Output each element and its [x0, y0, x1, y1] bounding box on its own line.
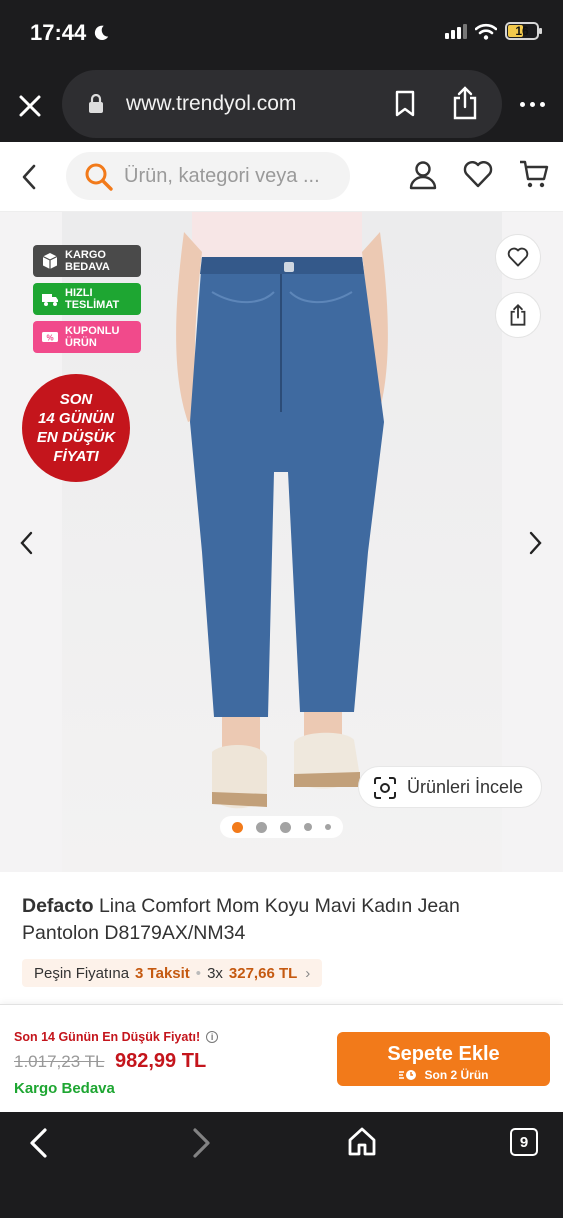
add-to-cart-button[interactable]: Sepete Ekle Son 2 Ürün	[337, 1032, 550, 1086]
inspect-label: Ürünleri İncele	[407, 776, 524, 797]
url-text: www.trendyol.com	[126, 92, 297, 115]
favorites-icon[interactable]	[463, 160, 493, 188]
search-box[interactable]	[66, 152, 350, 200]
installment-amount: 327,66 TL	[228, 964, 298, 982]
sticker-line: 14 GÜNÜN	[38, 410, 114, 427]
current-price: 982,99 TL	[115, 1050, 207, 1072]
chevron-right-icon: ›	[305, 964, 311, 982]
sticker-line: FİYATI	[53, 448, 99, 465]
home-icon[interactable]	[346, 1126, 378, 1158]
browser-toolbar: 9	[0, 1112, 563, 1218]
slide-dot[interactable]	[280, 821, 291, 833]
installment-info[interactable]: Peşin Fiyatına 3 Taksit • 3x 327,66 TL ›	[22, 959, 323, 987]
next-image-chevron-icon[interactable]	[526, 530, 544, 556]
old-price: 1.017,23 TL	[14, 1052, 105, 1071]
lowest-price-sticker: SON 14 GÜNÜN EN DÜŞÜK FİYATI	[22, 374, 130, 482]
lowest-price-notice: Son 14 Günün En Düşük Fiyatı! i	[14, 1030, 219, 1044]
badge-line: ÜRÜN	[65, 337, 97, 349]
back-arrow-icon[interactable]	[18, 162, 42, 192]
sticker-line: SON	[59, 391, 93, 408]
search-icon	[85, 163, 113, 191]
user-icon[interactable]	[408, 160, 438, 190]
time-text: 17:44	[30, 20, 87, 45]
status-time: 17:44	[30, 20, 110, 46]
address-bar[interactable]: www.trendyol.com	[62, 70, 502, 138]
slide-dot[interactable]	[304, 823, 312, 831]
stock-note-text: Son 2 Ürün	[424, 1067, 489, 1082]
inspect-products-button[interactable]: Ürünleri İncele	[358, 766, 542, 808]
badge-free-shipping: KARGO BEDAVA	[33, 245, 141, 277]
stock-note: Son 2 Ürün	[337, 1068, 550, 1082]
badge-fast-delivery: HIZLI TESLİMAT	[33, 283, 141, 315]
slide-indicator	[220, 816, 343, 838]
site-header	[0, 142, 563, 212]
favorite-button[interactable]	[495, 234, 541, 280]
previous-image-chevron-icon[interactable]	[18, 530, 36, 556]
coupon-icon: %	[42, 332, 58, 343]
battery-icon: 16	[505, 22, 542, 40]
badge-coupon: % KUPONLU ÜRÜN	[33, 321, 141, 353]
buy-bar: Son 14 Günün En Düşük Fiyatı! i 1.017,23…	[0, 1004, 563, 1112]
truck-icon	[42, 294, 58, 306]
status-indicators: 16	[445, 22, 542, 40]
installment-prefix: Peşin Fiyatına	[34, 964, 130, 982]
status-bar: 17:44 16	[0, 0, 563, 70]
free-shipping-label: Kargo Bedava	[14, 1080, 115, 1097]
sticker-line: EN DÜŞÜK	[36, 429, 116, 446]
share-icon	[510, 304, 526, 326]
moon-icon	[95, 25, 109, 41]
svg-text:%: %	[46, 334, 53, 343]
bookmark-icon[interactable]	[394, 90, 416, 118]
lowest-price-text: Son 14 Günün En Düşük Fiyatı!	[14, 1030, 201, 1044]
cart-icon[interactable]	[518, 158, 550, 190]
product-brand[interactable]: Defacto	[22, 895, 94, 917]
badge-line: HIZLI	[65, 287, 93, 299]
share-product-button[interactable]	[495, 292, 541, 338]
badge-line: BEDAVA	[65, 261, 110, 273]
slide-dot[interactable]	[325, 824, 331, 830]
add-to-cart-label: Sepete Ekle	[387, 1042, 500, 1065]
wifi-icon	[475, 23, 497, 40]
badge-line: KUPONLU	[65, 325, 120, 337]
product-title: Defacto Lina Comfort Mom Koyu Mavi Kadın…	[22, 893, 542, 947]
search-input[interactable]	[124, 162, 334, 190]
slide-dot[interactable]	[232, 821, 243, 833]
installment-times: 3x	[207, 964, 223, 982]
slide-dot[interactable]	[256, 821, 267, 833]
product-gallery[interactable]: KARGO BEDAVA HIZLI TESLİMAT % KUPONLU ÜRÜN …	[0, 212, 563, 872]
box-icon	[42, 253, 58, 269]
more-options-icon[interactable]	[520, 102, 545, 107]
badge-line: TESLİMAT	[65, 299, 120, 311]
close-icon[interactable]	[16, 92, 44, 120]
visual-search-icon	[374, 777, 396, 799]
installment-count: 3 Taksit	[135, 964, 190, 982]
tabs-button[interactable]: 9	[510, 1128, 538, 1156]
badge-line: KARGO	[65, 249, 106, 261]
cellular-signal-icon	[445, 23, 467, 39]
share-icon[interactable]	[452, 86, 478, 120]
heart-icon	[507, 247, 529, 267]
browser-forward-icon[interactable]	[188, 1126, 214, 1160]
battery-level: 16	[515, 24, 529, 38]
info-icon[interactable]: i	[206, 1031, 219, 1043]
browser-back-icon[interactable]	[26, 1126, 52, 1160]
tab-count: 9	[519, 1133, 529, 1151]
browser-bar: www.trendyol.com	[0, 70, 563, 142]
lock-icon	[89, 94, 103, 113]
clock-list-icon	[399, 1069, 417, 1080]
installment-separator: •	[195, 964, 202, 982]
